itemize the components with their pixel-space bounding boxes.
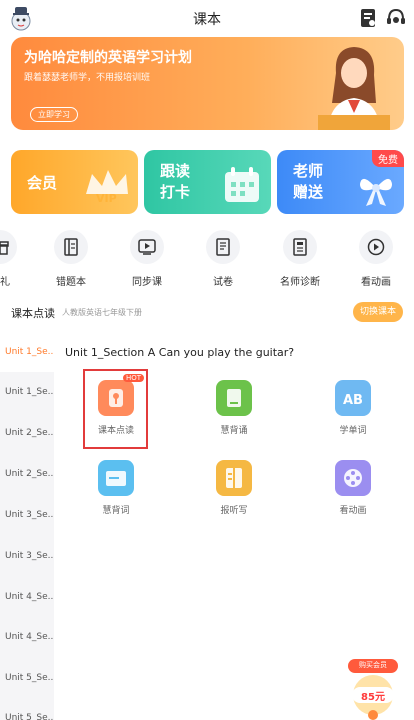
teacher-gift-tile[interactable]: 老师 赠送 免费	[277, 150, 404, 214]
banner-subtitle: 跟着瑟瑟老师学，不用报培训班	[24, 73, 151, 83]
teacher-diagnosis-label: 名师诊断	[280, 277, 320, 288]
watch-animation-entry[interactable]: 看动画	[344, 230, 408, 288]
recite-words-label: 慧背词	[102, 506, 130, 516]
textbook-reading-header: 课本点读 人教版英语七年级下册 切换课本	[0, 300, 414, 326]
teacher-illustration	[318, 47, 390, 130]
dictation-icon	[216, 460, 252, 496]
gift-bow-icon	[360, 178, 392, 206]
mistake-book-entry[interactable]: 错题本	[39, 230, 103, 288]
textbook-reading-label: 课本点读	[97, 426, 134, 436]
unit-title: Unit 1_Section A Can you play the guitar…	[65, 346, 295, 359]
recite-label: 慧背诵	[220, 426, 248, 436]
gift-entry[interactable]: 有礼	[0, 230, 32, 288]
section-title: 课本点读	[11, 307, 55, 320]
page-title: 课本	[193, 12, 221, 28]
notebook-icon	[64, 238, 78, 256]
diagnosis-icon	[293, 238, 307, 256]
top-bar: 课本	[0, 0, 414, 36]
unit-item-10[interactable]: Unit 5_Se...	[0, 698, 54, 720]
dictation-feature[interactable]: 报听写	[189, 460, 279, 516]
vip-membership-tile[interactable]: 会员 VIP	[11, 150, 138, 214]
unit-item-6[interactable]: Unit 3_Se...	[0, 536, 54, 576]
unit-item-8[interactable]: Unit 4_Se...	[0, 617, 54, 657]
unit-sidebar[interactable]: Unit 1_Se... Unit 1_Se... Unit 2_Se... U…	[0, 332, 54, 720]
recite-words-feature[interactable]: 慧背词	[71, 460, 161, 516]
teacher-diagnosis-entry[interactable]: 名师诊断	[268, 230, 332, 288]
unit-item-1[interactable]: Unit 1_Se...	[0, 332, 54, 372]
promo-price: 85元	[361, 692, 385, 703]
tile-read-line2: 打卡	[160, 183, 191, 201]
promo-label: 购买会员	[359, 661, 387, 669]
unit-item-9[interactable]: Unit 5_Se...	[0, 658, 54, 698]
svg-text:AB: AB	[343, 393, 363, 408]
watch-animation-label: 看动画	[361, 277, 391, 288]
unit-item-2[interactable]: Unit 1_Se...	[0, 372, 54, 412]
follow-read-checkin-tile[interactable]: 跟读 打卡	[144, 150, 271, 214]
unit-item-4[interactable]: Unit 2_Se...	[0, 454, 54, 494]
sync-course-label: 同步课	[132, 277, 162, 288]
recite-icon	[216, 380, 252, 416]
start-learning-button[interactable]: 立即学习	[30, 107, 78, 122]
dictation-label: 报听写	[220, 506, 248, 516]
gift-entry-label: 有礼	[0, 277, 10, 288]
banner-title: 为哈哈定制的英语学习计划	[24, 50, 192, 66]
tools-row: 有礼 错题本 同步课 试卷 名师诊断 看动画	[0, 230, 414, 292]
recite-feature[interactable]: 慧背诵	[189, 380, 279, 436]
tile-read-line1: 跟读	[160, 162, 191, 180]
unit-item-7[interactable]: Unit 4_Se...	[0, 577, 54, 617]
video-icon	[138, 239, 156, 255]
buy-membership-float[interactable]: 购买会员 85元	[344, 657, 402, 720]
ab-words-icon: AB	[335, 380, 371, 416]
document-icon[interactable]	[357, 7, 379, 29]
mistake-book-label: 错题本	[56, 277, 86, 288]
exam-icon	[216, 238, 230, 256]
learn-words-label: 学单词	[339, 426, 367, 436]
exam-paper-label: 试卷	[213, 277, 233, 288]
unit-item-5[interactable]: Unit 3_Se...	[0, 495, 54, 535]
watch-animation-feature-label: 看动画	[339, 506, 367, 516]
calendar-icon	[225, 167, 259, 202]
textbook-reading-feature[interactable]: HOT 课本点读	[71, 374, 161, 436]
vip-text: VIP	[96, 192, 117, 204]
exam-paper-entry[interactable]: 试卷	[191, 230, 255, 288]
unit-item-3[interactable]: Unit 2_Se...	[0, 413, 54, 453]
feature-tiles: 会员 VIP 跟读 打卡 老师 赠送 免费	[11, 150, 404, 214]
book-reading-icon: HOT	[98, 374, 144, 416]
textbook-name: 人教版英语七年级下册	[62, 308, 142, 317]
gift-icon	[0, 241, 9, 255]
study-plan-banner[interactable]: 为哈哈定制的英语学习计划 跟着瑟瑟老师学，不用报培训班 立即学习	[11, 37, 404, 130]
tile-gift-line2: 赠送	[293, 183, 324, 201]
tile-vip-label: 会员	[27, 174, 58, 192]
learn-words-feature[interactable]: AB 学单词	[308, 380, 398, 436]
tile-gift-line1: 老师	[293, 162, 324, 180]
vip-crown-icon: VIP	[86, 170, 128, 204]
free-badge: 免费	[372, 150, 404, 167]
watch-animation-feature[interactable]: 看动画	[308, 460, 398, 516]
sync-course-entry[interactable]: 同步课	[115, 230, 179, 288]
film-icon	[335, 460, 371, 496]
headset-service-icon[interactable]	[385, 7, 407, 29]
hot-badge: HOT	[122, 374, 144, 382]
switch-textbook-button[interactable]: 切换课本	[352, 302, 403, 322]
play-icon	[367, 238, 385, 256]
card-icon	[98, 460, 134, 496]
